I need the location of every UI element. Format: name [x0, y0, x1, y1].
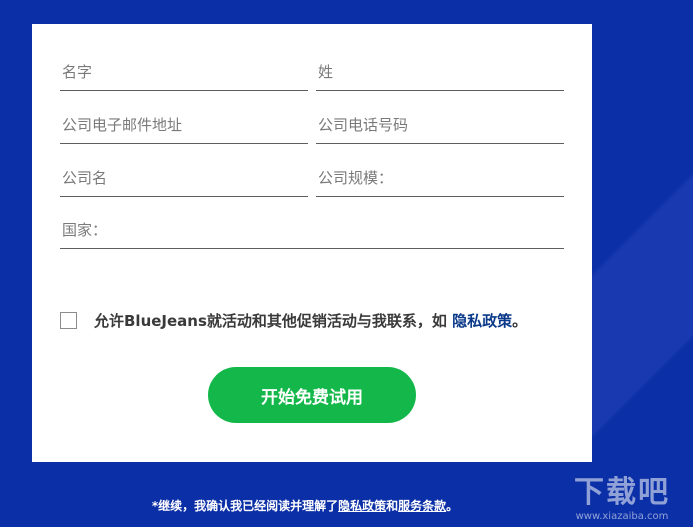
phone-input[interactable]	[316, 106, 564, 144]
terms-notice-and: 和	[386, 499, 399, 513]
footer-privacy-link[interactable]: 隐私政策	[338, 499, 386, 513]
company-size-select[interactable]	[316, 159, 564, 197]
terms-notice-suffix: 。	[446, 499, 459, 513]
watermark-sub-text: www.xiazaiba.com	[575, 511, 669, 522]
email-input[interactable]	[60, 106, 308, 144]
terms-notice: *继续，我确认我已经阅读并理解了隐私政策和服务条款。	[0, 497, 610, 514]
signup-form-card: 允许BlueJeans就活动和其他促销活动与我联系，如 隐私政策。 开始免费试用	[32, 24, 592, 462]
consent-row: 允许BlueJeans就活动和其他促销活动与我联系，如 隐私政策。	[60, 308, 527, 332]
first-name-input[interactable]	[60, 53, 308, 91]
consent-label: 允许BlueJeans就活动和其他促销活动与我联系，如	[94, 311, 453, 330]
consent-suffix: 。	[512, 311, 528, 330]
consent-privacy-link[interactable]: 隐私政策	[452, 312, 512, 330]
consent-text: 允许BlueJeans就活动和其他促销活动与我联系，如 隐私政策。	[94, 310, 527, 331]
last-name-input[interactable]	[316, 53, 564, 91]
terms-notice-prefix: *继续，我确认我已经阅读并理解了	[151, 499, 339, 513]
start-free-trial-button[interactable]: 开始免费试用	[208, 367, 416, 423]
site-watermark-logo: 下载吧 www.xiazaiba.com	[557, 475, 687, 525]
watermark-main-text: 下载吧	[574, 475, 670, 510]
country-select[interactable]	[60, 211, 564, 249]
consent-checkbox[interactable]	[60, 311, 77, 329]
company-name-input[interactable]	[60, 159, 308, 197]
footer-terms-link[interactable]: 服务条款	[398, 499, 446, 513]
